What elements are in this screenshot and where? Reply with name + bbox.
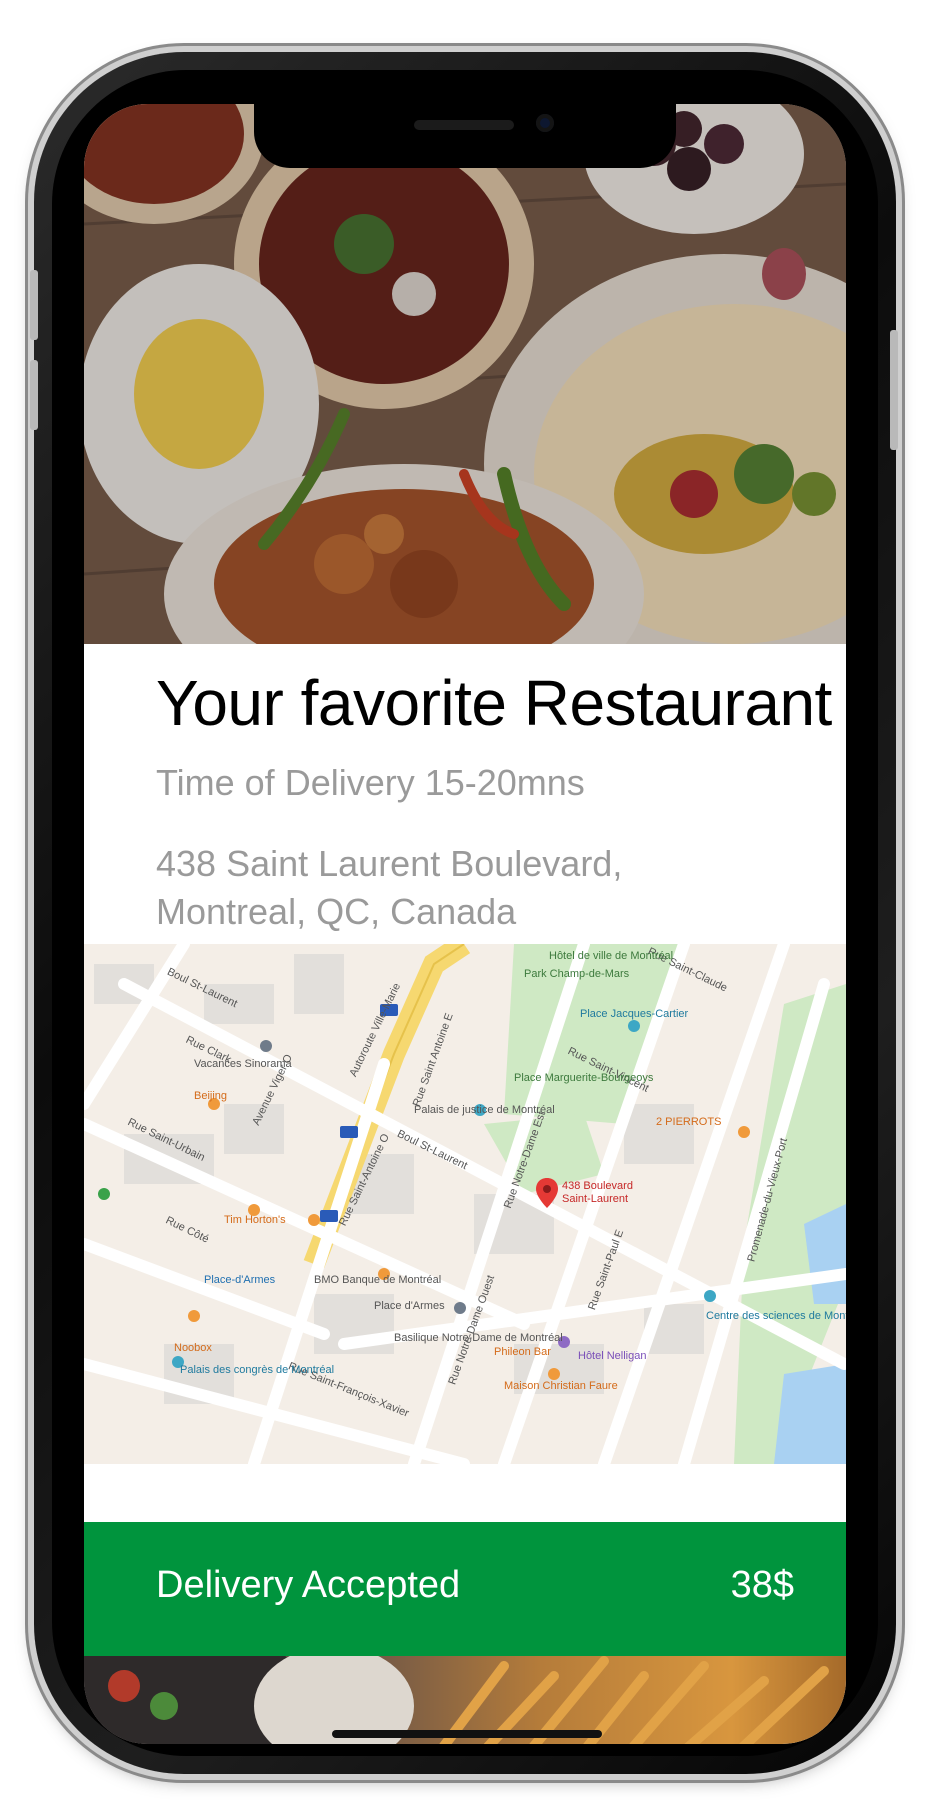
volume-down-button: [30, 360, 38, 430]
location-pin-icon[interactable]: [536, 1178, 558, 1208]
map-place-label: Phileon Bar: [494, 1346, 551, 1358]
map-place-label: Place Marguerite-Bourgeoys: [514, 1072, 654, 1084]
map-place-label: Tim Horton's: [224, 1214, 286, 1226]
address-line-2: Montreal, QC, Canada: [156, 891, 517, 932]
device-notch: [254, 104, 676, 168]
volume-up-button: [30, 270, 38, 340]
map-place-label: Basilique Notre-Dame de Montréal: [394, 1332, 563, 1344]
restaurant-address: 438 Saint Laurent Boulevard, Montreal, Q…: [156, 840, 622, 936]
map-place-label: BMO Banque de Montréal: [314, 1274, 442, 1286]
map-place-label: Palais des congrès de Montréal: [180, 1364, 335, 1376]
order-price: 38$: [730, 1564, 794, 1606]
speaker-grille: [414, 120, 514, 130]
map-place-label: Hôtel Nelligan: [578, 1350, 647, 1362]
map-place-label: Beijing: [194, 1090, 228, 1102]
restaurant-info: Your favorite Restaurant Time of Deliver…: [84, 644, 846, 934]
map-place-label: Hôtel de ville de Montréal: [549, 950, 674, 962]
map-place-label: Vacances Sinorama: [194, 1058, 292, 1070]
delivery-status-label: Delivery Accepted: [156, 1564, 461, 1606]
map-place-label: Park Champ-de-Mars: [524, 968, 630, 980]
map-place-label: Place Jacques-Cartier: [580, 1008, 689, 1020]
pin-label-line-2: Saint-Laurent: [562, 1193, 629, 1205]
restaurant-title: Your favorite Restaurant: [156, 667, 832, 739]
front-camera: [536, 114, 554, 132]
hero-overlay: [84, 104, 846, 644]
address-line-1: 438 Saint Laurent Boulevard,: [156, 843, 623, 884]
map-place-label: Noobox: [174, 1342, 212, 1354]
map-place-label: Place d'Armes: [374, 1300, 445, 1312]
map-place-label: Place-d'Armes: [204, 1274, 276, 1286]
hero-food-image: [84, 104, 846, 644]
app-screen: Your favorite Restaurant Time of Deliver…: [84, 104, 846, 1744]
map-place-label: Centre des sciences de Montréal: [706, 1310, 846, 1322]
map-place-label: Maison Christian Faure: [504, 1380, 618, 1392]
delivery-time: Time of Delivery 15-20mns: [156, 762, 585, 803]
map-place-label: 2 PIERROTS: [656, 1116, 722, 1128]
home-indicator[interactable]: [332, 1730, 602, 1738]
delivery-status-bar[interactable]: Delivery Accepted 38$: [84, 1522, 846, 1656]
pin-label-line-1: 438 Boulevard: [562, 1180, 633, 1192]
map-place-label: Palais de justice de Montréal: [414, 1104, 555, 1116]
pin-label: 438 Boulevard Saint-Laurent: [562, 1180, 633, 1206]
power-button: [890, 330, 898, 450]
map-graphic: [84, 944, 846, 1464]
delivery-map[interactable]: Boul St-Laurent Rue Saint-Urbain Avenue …: [84, 944, 846, 1464]
